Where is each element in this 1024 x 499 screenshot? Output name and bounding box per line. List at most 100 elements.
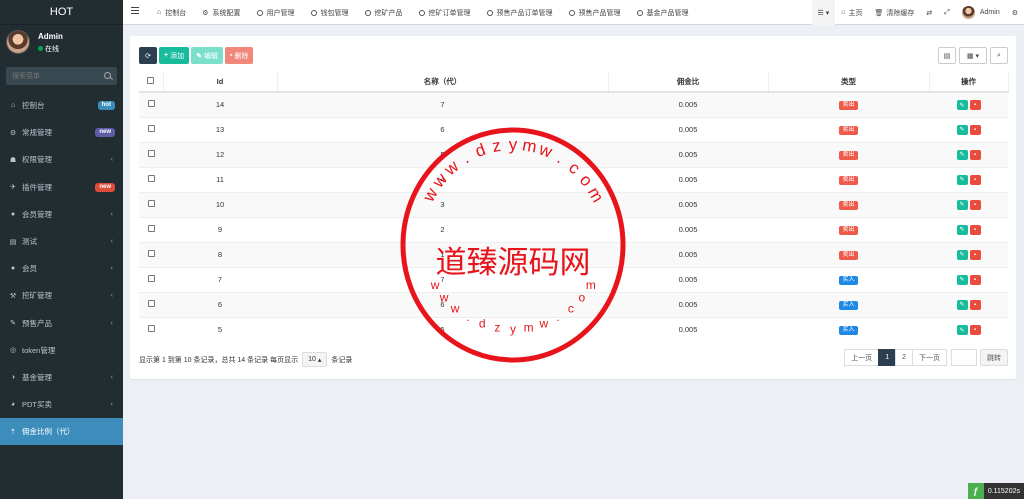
- row-edit-button[interactable]: ✎: [956, 174, 968, 185]
- tab-0[interactable]: ⌂ 控制台: [149, 0, 194, 25]
- row-checkbox[interactable]: [147, 100, 155, 108]
- table-row[interactable]: 13 6 0.005 卖出 ✎ ▪: [139, 116, 1008, 142]
- delete-button[interactable]: ▪ 删除: [224, 47, 254, 64]
- edit-button[interactable]: ✎ 编辑: [191, 47, 223, 64]
- menu-search-input[interactable]: [6, 67, 98, 85]
- row-checkbox[interactable]: [147, 200, 155, 207]
- tab-1[interactable]: ⚙ 系统配置: [194, 0, 248, 25]
- tab-4[interactable]: 挖矿产品: [357, 0, 411, 25]
- prev-page-button[interactable]: 上一页: [844, 349, 880, 366]
- row-delete-button[interactable]: ▪: [969, 299, 981, 310]
- sidebar-item-4[interactable]: ● 会员管理 ‹: [0, 201, 123, 228]
- row-delete-button[interactable]: ▪: [969, 124, 981, 135]
- cell-actions: ✎ ▪: [929, 116, 1008, 142]
- row-edit-button[interactable]: ✎: [956, 199, 968, 210]
- table-row[interactable]: 11 4 0.005 卖出 ✎ ▪: [139, 166, 1008, 192]
- jump-page-input[interactable]: [951, 349, 977, 366]
- cell-id: 13: [163, 116, 277, 142]
- brand-logo[interactable]: HOT: [0, 0, 123, 25]
- row-edit-button[interactable]: ✎: [956, 325, 968, 335]
- row-checkbox[interactable]: [147, 300, 155, 307]
- sidebar-item-0[interactable]: ⌂ 控制台 hot: [0, 92, 123, 119]
- row-delete-button[interactable]: ▪: [969, 100, 981, 110]
- tab-8[interactable]: 基金产品管理: [629, 0, 697, 25]
- tab-6[interactable]: 预售产品订单管理: [479, 0, 561, 25]
- page-1-button[interactable]: 1: [878, 349, 897, 366]
- column-header[interactable]: 佣金比: [608, 72, 769, 93]
- tab-7[interactable]: 预售产品管理: [561, 0, 629, 25]
- table-row[interactable]: 14 7 0.005 卖出 ✎ ▪: [139, 91, 1008, 117]
- columns-button[interactable]: ▦ ▾: [959, 47, 987, 64]
- sidebar-toggle-icon[interactable]: [131, 7, 139, 15]
- sidebar-item-7[interactable]: ⚒ 挖矿管理 ‹: [0, 282, 123, 309]
- sidebar-item-1[interactable]: ⚙ 常规管理 new: [0, 119, 123, 146]
- row-edit-button[interactable]: ✎: [956, 224, 968, 235]
- settings-button[interactable]: ⚙: [1006, 0, 1024, 25]
- row-checkbox[interactable]: [147, 275, 155, 282]
- search-icon[interactable]: [104, 72, 111, 79]
- row-delete-button[interactable]: ▪: [969, 149, 981, 160]
- row-delete-button[interactable]: ▪: [969, 274, 981, 285]
- home-link[interactable]: ⌂ 主页: [835, 0, 868, 25]
- search-toggle-button[interactable]: ⌕: [990, 47, 1008, 64]
- row-delete-button[interactable]: ▪: [969, 199, 981, 210]
- row-checkbox[interactable]: [147, 150, 155, 157]
- table-row[interactable]: 9 2 0.005 卖出 ✎ ▪: [139, 216, 1008, 242]
- sidebar-item-12[interactable]: ⇡ 佣金比例（代）: [0, 418, 123, 446]
- row-delete-button[interactable]: ▪: [969, 249, 981, 260]
- row-edit-button[interactable]: ✎: [956, 149, 968, 160]
- sidebar-item-8[interactable]: ✎ 预售产品 ‹: [0, 310, 123, 337]
- page-2-button[interactable]: 2: [895, 349, 913, 366]
- column-header[interactable]: 类型: [768, 72, 930, 93]
- row-checkbox[interactable]: [147, 250, 155, 257]
- row-delete-button[interactable]: ▪: [969, 325, 981, 335]
- table-row[interactable]: 10 3 0.005 卖出 ✎ ▪: [139, 191, 1008, 217]
- row-delete-button[interactable]: ▪: [969, 224, 981, 235]
- row-checkbox[interactable]: [147, 325, 155, 333]
- row-edit-button[interactable]: ✎: [956, 249, 968, 260]
- debug-logo-icon[interactable]: ƒ: [967, 483, 984, 499]
- select-all-checkbox[interactable]: [147, 77, 155, 84]
- sidebar-item-11[interactable]: ◕ PDT买卖 ‹: [0, 391, 123, 418]
- table-row[interactable]: 5 5 0.005 买入 ✎ ▪: [139, 316, 1008, 342]
- add-button[interactable]: + 添加: [159, 47, 190, 64]
- table-row[interactable]: 8 1 0.005 卖出 ✎ ▪: [139, 241, 1008, 267]
- column-header[interactable]: 名称（代）: [277, 72, 609, 93]
- row-delete-button[interactable]: ▪: [969, 174, 981, 185]
- table-row[interactable]: 7 7 0.005 买入 ✎ ▪: [139, 266, 1008, 292]
- sidebar-item-5[interactable]: ▤ 测试 ‹: [0, 228, 123, 255]
- clear-cache-button[interactable]: 🗑 清除缓存: [869, 0, 921, 25]
- row-checkbox[interactable]: [147, 125, 155, 132]
- menu-grid-button[interactable]: ☰ ▾: [811, 0, 836, 25]
- tab-5[interactable]: 挖矿订单管理: [411, 0, 479, 25]
- sidebar-item-9[interactable]: ◎ token管理: [0, 337, 123, 364]
- row-edit-button[interactable]: ✎: [956, 100, 968, 110]
- page-size-select[interactable]: 10 ▴: [302, 352, 328, 367]
- language-button[interactable]: ⇄: [920, 0, 938, 25]
- refresh-button[interactable]: ⟳: [139, 47, 157, 64]
- tab-2[interactable]: 用户管理: [249, 0, 303, 25]
- row-edit-button[interactable]: ✎: [956, 299, 968, 310]
- fullscreen-button[interactable]: ⤢: [938, 0, 956, 25]
- sidebar-item-10[interactable]: ◑ 基金管理 ‹: [0, 364, 123, 391]
- tab-3[interactable]: 钱包管理: [303, 0, 357, 25]
- user-menu[interactable]: Admin: [956, 0, 1006, 25]
- jump-button[interactable]: 跳转: [980, 349, 1008, 366]
- next-page-button[interactable]: 下一页: [912, 349, 947, 366]
- row-checkbox[interactable]: [147, 175, 155, 182]
- cell-name: 2: [277, 216, 608, 242]
- sidebar-item-6[interactable]: ● 会员 ‹: [0, 255, 123, 282]
- table-row[interactable]: 12 5 0.005 卖出 ✎ ▪: [139, 141, 1008, 167]
- table-row[interactable]: 6 6 0.005 买入 ✎ ▪: [139, 291, 1008, 317]
- cell-actions: ✎ ▪: [929, 216, 1008, 242]
- sidebar-item-3[interactable]: ✈ 插件管理 new: [0, 174, 123, 201]
- row-edit-button[interactable]: ✎: [956, 124, 968, 135]
- trash-icon: ▪: [973, 226, 977, 233]
- toggle-view-button[interactable]: ▤: [938, 47, 956, 64]
- sidebar-item-2[interactable]: ☗ 权限管理 ‹: [0, 146, 123, 173]
- cell-actions: ✎ ▪: [929, 141, 1008, 167]
- row-edit-button[interactable]: ✎: [956, 274, 968, 285]
- row-checkbox[interactable]: [147, 225, 155, 232]
- type-badge: 卖出: [839, 151, 858, 160]
- column-header[interactable]: Id: [163, 72, 278, 93]
